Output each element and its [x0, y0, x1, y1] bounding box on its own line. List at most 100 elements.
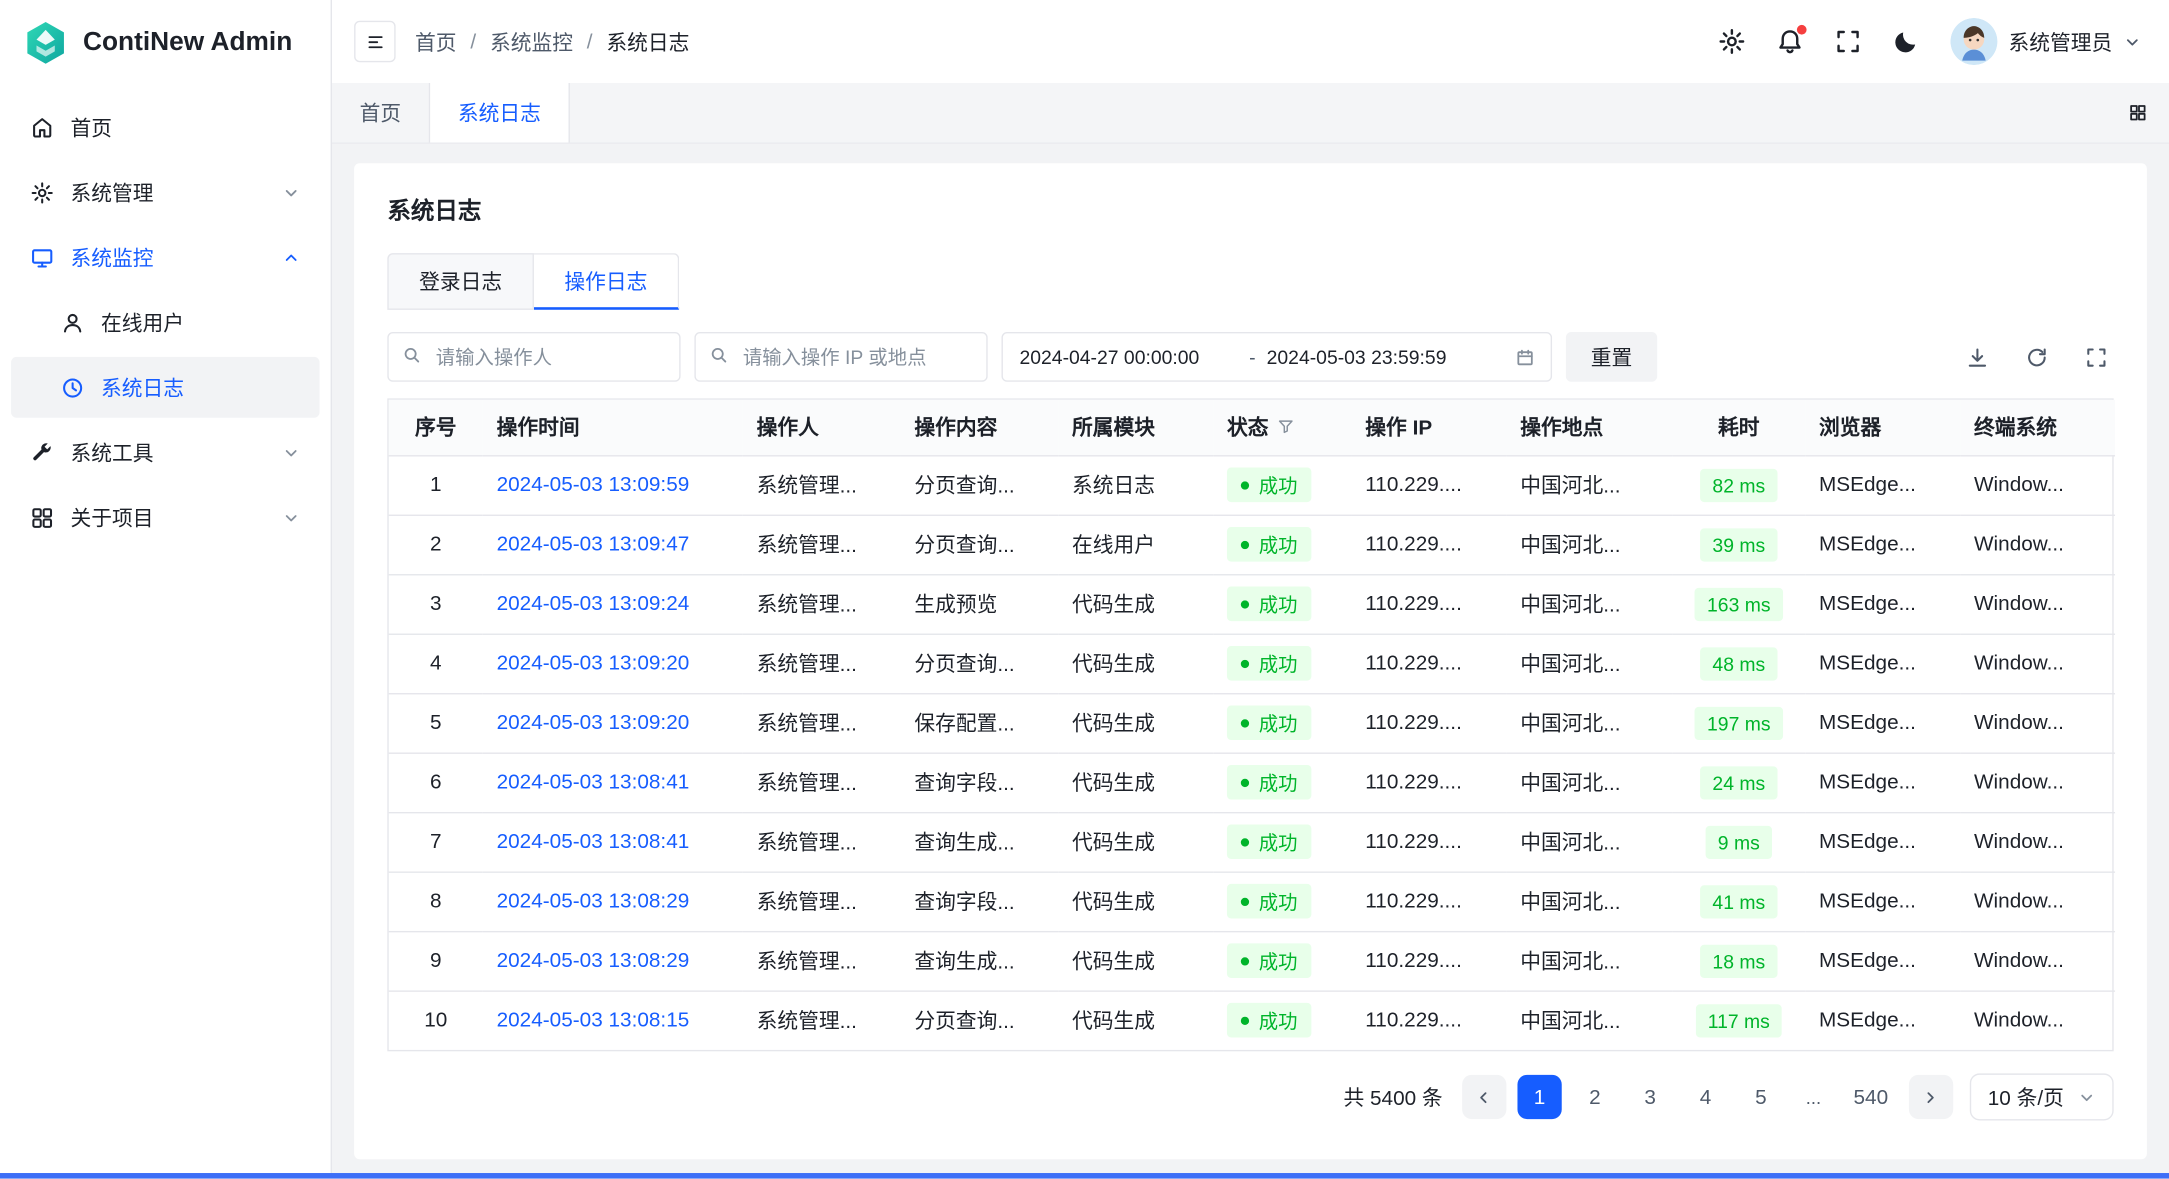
- avatar: [1950, 18, 1997, 65]
- column-header: 操作人: [743, 400, 901, 455]
- breadcrumb-home[interactable]: 首页: [415, 27, 457, 56]
- cell-content: 分页查询...: [901, 634, 1059, 693]
- status-badge: 成功: [1227, 646, 1311, 681]
- ip-search-input[interactable]: [694, 332, 987, 382]
- date-start-input[interactable]: [1019, 346, 1238, 368]
- page-title: 系统日志: [387, 191, 2113, 226]
- sidebar-item-home[interactable]: 首页: [11, 97, 319, 158]
- sidebar-item-system-monitor[interactable]: 系统监控: [11, 227, 319, 288]
- tab-system-log[interactable]: 系统日志: [430, 83, 570, 142]
- status-dot-icon: [1241, 540, 1249, 548]
- refresh-icon[interactable]: [2025, 345, 2049, 369]
- status-dot-icon: [1241, 1016, 1249, 1024]
- page-button-2[interactable]: 2: [1573, 1075, 1617, 1119]
- pagination: 共 5400 条 12345... 540 10 条/页: [387, 1073, 2113, 1120]
- reset-button[interactable]: 重置: [1566, 332, 1657, 382]
- cell-content: 分页查询...: [901, 990, 1059, 1049]
- tab-operation-log[interactable]: 操作日志: [534, 253, 679, 310]
- status-badge: 成功: [1227, 587, 1311, 622]
- fullscreen-icon[interactable]: [1834, 28, 1862, 56]
- filter-icon[interactable]: [1277, 418, 1295, 436]
- table-row: 92024-05-03 13:08:29系统管理...查询生成...代码生成成功…: [389, 931, 2115, 990]
- page-button-3[interactable]: 3: [1628, 1075, 1672, 1119]
- page-button-1[interactable]: 1: [1517, 1075, 1561, 1119]
- cell-location: 中国河北...: [1506, 990, 1672, 1049]
- sidebar-item-label: 在线用户: [101, 308, 184, 337]
- page-size-value: 10 条/页: [1988, 1082, 2064, 1111]
- clock-icon: [61, 376, 85, 400]
- next-page-button[interactable]: [1909, 1075, 1953, 1119]
- sidebar-item-label: 系统管理: [71, 178, 154, 207]
- sidebar-item-system-log[interactable]: 系统日志: [11, 357, 319, 418]
- date-end-input[interactable]: [1267, 346, 1486, 368]
- pagination-total: 共 5400 条: [1343, 1082, 1442, 1111]
- log-time-link[interactable]: 2024-05-03 13:08:15: [497, 1009, 690, 1033]
- expand-fullscreen-icon[interactable]: [2085, 345, 2109, 369]
- status-dot-icon: [1241, 957, 1249, 965]
- notification-bell-icon[interactable]: [1776, 28, 1804, 56]
- cell-module: 代码生成: [1058, 812, 1213, 871]
- settings-icon[interactable]: [1718, 28, 1746, 56]
- page-size-select[interactable]: 10 条/页: [1970, 1073, 2114, 1120]
- cell-os: Window...: [1960, 574, 2115, 633]
- cell-time: 2024-05-03 13:09:20: [483, 693, 743, 752]
- chevron-up-icon: [282, 248, 300, 266]
- status-dot-icon: [1241, 778, 1249, 786]
- cell-os: Window...: [1960, 931, 2115, 990]
- dark-mode-moon-icon[interactable]: [1892, 28, 1920, 56]
- prev-page-button[interactable]: [1462, 1075, 1506, 1119]
- sidebar-item-label: 系统监控: [71, 243, 154, 272]
- collapse-sidebar-button[interactable]: [354, 21, 395, 62]
- tab-login-log[interactable]: 登录日志: [387, 253, 534, 310]
- cell-time: 2024-05-03 13:08:41: [483, 753, 743, 812]
- log-time-link[interactable]: 2024-05-03 13:09:24: [497, 592, 690, 616]
- sidebar-nav: 首页 系统管理 系统监控 在线用户 系统日志 系统工具: [0, 86, 331, 552]
- pagination-ellipsis[interactable]: ...: [1794, 1075, 1833, 1119]
- page-button-4[interactable]: 4: [1683, 1075, 1727, 1119]
- operator-search-input[interactable]: [387, 332, 680, 382]
- table-row: 82024-05-03 13:08:29系统管理...查询字段...代码生成成功…: [389, 871, 2115, 930]
- log-time-link[interactable]: 2024-05-03 13:09:20: [497, 652, 690, 676]
- cell-operator: 系统管理...: [743, 931, 901, 990]
- page-button-5[interactable]: 5: [1739, 1075, 1783, 1119]
- log-table: 序号操作时间操作人操作内容所属模块状态操作 IP操作地点耗时浏览器终端系统 12…: [387, 398, 2113, 1051]
- cell-browser: MSEdge...: [1805, 693, 1960, 752]
- cell-time: 2024-05-03 13:09:24: [483, 574, 743, 633]
- column-header: 浏览器: [1805, 400, 1960, 455]
- sidebar-item-label: 系统工具: [71, 438, 154, 467]
- status-badge: 成功: [1227, 468, 1311, 503]
- sidebar-item-about[interactable]: 关于项目: [11, 487, 319, 548]
- cell-content: 查询生成...: [901, 931, 1059, 990]
- log-time-link[interactable]: 2024-05-03 13:09:59: [497, 473, 690, 497]
- sidebar-item-system-management[interactable]: 系统管理: [11, 162, 319, 223]
- log-time-link[interactable]: 2024-05-03 13:08:41: [497, 830, 690, 854]
- tab-layout-grid-icon[interactable]: [2129, 104, 2147, 122]
- logo[interactable]: ContiNew Admin: [0, 0, 331, 86]
- user-menu[interactable]: 系统管理员: [1950, 18, 2141, 65]
- ip-search-box: [694, 332, 987, 382]
- cell-operator: 系统管理...: [743, 753, 901, 812]
- log-time-link[interactable]: 2024-05-03 13:09:20: [497, 711, 690, 735]
- log-time-link[interactable]: 2024-05-03 13:08:41: [497, 770, 690, 794]
- sidebar-item-online-users[interactable]: 在线用户: [11, 292, 319, 353]
- sidebar-item-system-tools[interactable]: 系统工具: [11, 422, 319, 483]
- home-icon: [30, 116, 54, 140]
- cell-content: 查询生成...: [901, 812, 1059, 871]
- page-button-540[interactable]: 540: [1844, 1075, 1898, 1119]
- date-range-picker[interactable]: -: [1002, 332, 1553, 382]
- column-header: 操作内容: [901, 400, 1059, 455]
- log-time-link[interactable]: 2024-05-03 13:08:29: [497, 889, 690, 913]
- status-badge: 成功: [1227, 765, 1311, 800]
- download-icon[interactable]: [1966, 345, 1990, 369]
- cell-browser: MSEdge...: [1805, 931, 1960, 990]
- continew-logo-icon: [22, 19, 69, 66]
- log-time-link[interactable]: 2024-05-03 13:09:47: [497, 533, 690, 557]
- cell-status: 成功: [1213, 753, 1351, 812]
- cell-ip: 110.229....: [1351, 693, 1506, 752]
- tab-home[interactable]: 首页: [332, 83, 430, 142]
- cell-status: 成功: [1213, 931, 1351, 990]
- log-time-link[interactable]: 2024-05-03 13:08:29: [497, 949, 690, 973]
- table-row: 72024-05-03 13:08:41系统管理...查询生成...代码生成成功…: [389, 812, 2115, 871]
- breadcrumb-system-monitor[interactable]: 系统监控: [490, 27, 573, 56]
- chevron-down-icon: [282, 443, 300, 461]
